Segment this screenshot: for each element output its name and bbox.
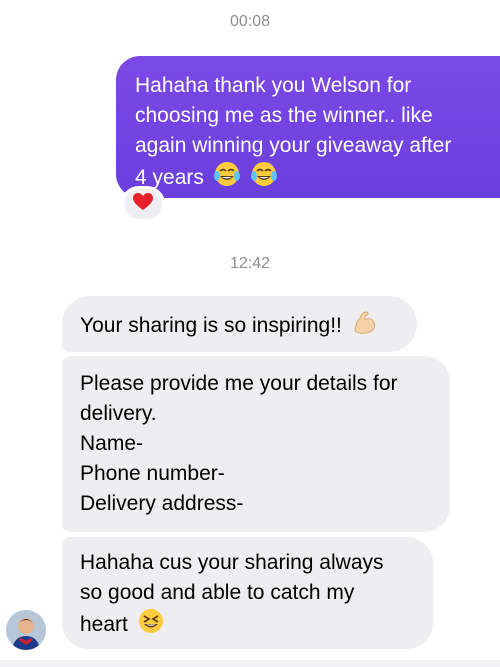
red-heart-icon	[133, 192, 153, 216]
contact-avatar[interactable]	[6, 610, 46, 650]
timestamp: 00:08	[229, 13, 271, 30]
message-line: Please provide me your details for	[80, 372, 398, 395]
message-line: Hahaha thank you Welson for	[135, 74, 412, 97]
message-line-with-emoji: 4 years	[135, 161, 486, 196]
reaction-badge[interactable]	[121, 186, 165, 222]
message-line: Phone number-	[80, 462, 225, 485]
tears-of-joy-icon	[250, 161, 278, 196]
message-line: so good and able to catch my	[80, 581, 355, 604]
message-line: choosing me as the winner.. like	[135, 104, 433, 127]
outgoing-message-bubble[interactable]: Hahaha thank you Welson for choosing me …	[116, 56, 500, 198]
bottom-bar	[0, 660, 500, 667]
timestamp: 12:42	[229, 255, 271, 272]
tears-of-joy-icon	[213, 161, 241, 196]
incoming-message-bubble[interactable]: Hahaha cus your sharing always so good a…	[62, 537, 433, 649]
message-line: again winning your giveaway after	[135, 134, 452, 157]
message-line: delivery.	[80, 402, 157, 425]
flexed-biceps-icon	[351, 309, 379, 344]
message-line-with-emoji: heart	[80, 608, 433, 643]
message-line: Delivery address-	[80, 492, 244, 515]
message-line: Name-	[80, 432, 144, 455]
message-line-with-emoji: Your sharing is so inspiring!!	[80, 309, 417, 344]
message-line-text: heart	[80, 613, 128, 637]
incoming-message-bubble[interactable]: Your sharing is so inspiring!!	[62, 296, 417, 352]
message-line: Hahaha cus your sharing always	[80, 551, 384, 574]
message-line-text: Your sharing is so inspiring!!	[80, 314, 342, 338]
incoming-message-bubble[interactable]: Please provide me your details for deliv…	[62, 356, 450, 532]
grinning-squinting-face-icon	[137, 608, 165, 643]
